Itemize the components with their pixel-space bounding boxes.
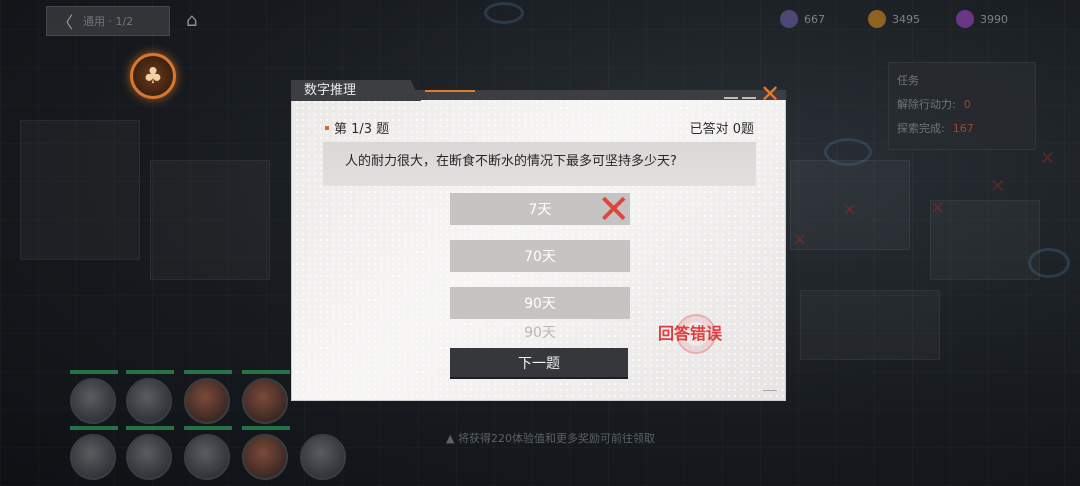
result-text: 回答错误 <box>658 324 723 343</box>
maximize-icon <box>742 91 756 99</box>
warning-icon: ▲ <box>446 432 458 445</box>
portrait-hp-bar <box>184 426 232 430</box>
portrait-hp-bar <box>70 370 118 374</box>
map-tile <box>20 120 140 260</box>
portrait-avatar[interactable] <box>126 378 172 424</box>
answered-count: 已答对 0题 <box>689 122 754 137</box>
map-ring-marker <box>1028 248 1070 278</box>
side-panel-row2-value: 167 <box>952 122 974 135</box>
portrait-avatar[interactable] <box>184 378 230 424</box>
side-panel-title: 任务 <box>897 74 919 87</box>
stamina-icon <box>780 10 798 28</box>
resource-coin[interactable]: 3495 <box>868 6 920 32</box>
question-text: 人的耐力很大，在断食不断水的情况下最多可坚持多少天? <box>323 142 756 186</box>
portrait-hp-bar <box>126 426 174 430</box>
map-enemy-marker: ✕ <box>990 176 1006 197</box>
map-tile <box>150 160 270 280</box>
selected-answer-echo: 90天 <box>524 325 556 341</box>
gem-value: 3990 <box>980 12 1008 26</box>
close-icon[interactable]: ✕ <box>758 82 782 106</box>
map-ring-marker <box>484 2 524 24</box>
resource-stamina[interactable]: 667 <box>780 6 825 32</box>
question-number: 第 1/3 题 <box>334 122 390 137</box>
coin-value: 3495 <box>892 12 920 26</box>
map-enemy-marker: ✕ <box>930 198 946 219</box>
background-notice: ▲ 将获得220体验值和更多奖励可前往领取 <box>446 430 655 446</box>
map-tile <box>930 200 1040 280</box>
side-panel-row2-label: 探索完成: <box>897 122 945 135</box>
location-label: 通用 · 1/2 <box>83 15 134 28</box>
resource-gem[interactable]: 3990 <box>956 6 1008 32</box>
home-icon[interactable]: ⌂ <box>186 10 197 31</box>
side-panel-row1-value: 0 <box>963 98 971 111</box>
wrong-icon: ✕ <box>597 187 631 233</box>
portrait-avatar[interactable] <box>242 378 288 424</box>
map-tile <box>800 290 940 360</box>
tree-icon[interactable]: ♣ <box>130 53 176 99</box>
background-notice-text: 将获得220体验值和更多奖励可前往领取 <box>457 432 655 445</box>
back-icon[interactable]: 〈 <box>57 9 73 33</box>
portrait-avatar[interactable] <box>70 434 116 480</box>
portrait-avatar[interactable] <box>300 434 346 480</box>
map-enemy-marker: ✕ <box>792 230 808 251</box>
portrait-avatar[interactable] <box>70 378 116 424</box>
portrait-hp-bar <box>184 370 232 374</box>
stamina-value: 667 <box>804 12 825 26</box>
portrait-hp-bar <box>70 426 118 430</box>
portrait-hp-bar <box>242 426 290 430</box>
map-enemy-marker: ✕ <box>1040 148 1056 169</box>
portrait-avatar[interactable] <box>126 434 172 480</box>
dialog-corner-decoration <box>763 390 777 394</box>
side-panel-row1-label: 解除行动力: <box>897 98 956 111</box>
coin-icon <box>868 10 886 28</box>
gem-icon <box>956 10 974 28</box>
location-bar[interactable]: 〈 通用 · 1/2 <box>46 6 170 36</box>
side-task-panel: 任务 解除行动力: 0 探索完成: 167 <box>888 62 1036 150</box>
dialog-accent-line <box>425 90 475 92</box>
next-question-button[interactable]: 下一题 <box>450 348 628 379</box>
minimize-icon <box>724 91 738 99</box>
question-marker <box>325 126 329 130</box>
dialog-title: 数字推理 <box>291 80 421 101</box>
portrait-hp-bar <box>242 370 290 374</box>
map-ring-marker <box>824 138 872 166</box>
option-button[interactable]: 70天 <box>450 240 630 272</box>
option-button[interactable]: 90天 <box>450 287 630 319</box>
portrait-avatar[interactable] <box>184 434 230 480</box>
portrait-avatar[interactable] <box>242 434 288 480</box>
map-enemy-marker: ✕ <box>842 200 858 221</box>
portrait-hp-bar <box>126 370 174 374</box>
